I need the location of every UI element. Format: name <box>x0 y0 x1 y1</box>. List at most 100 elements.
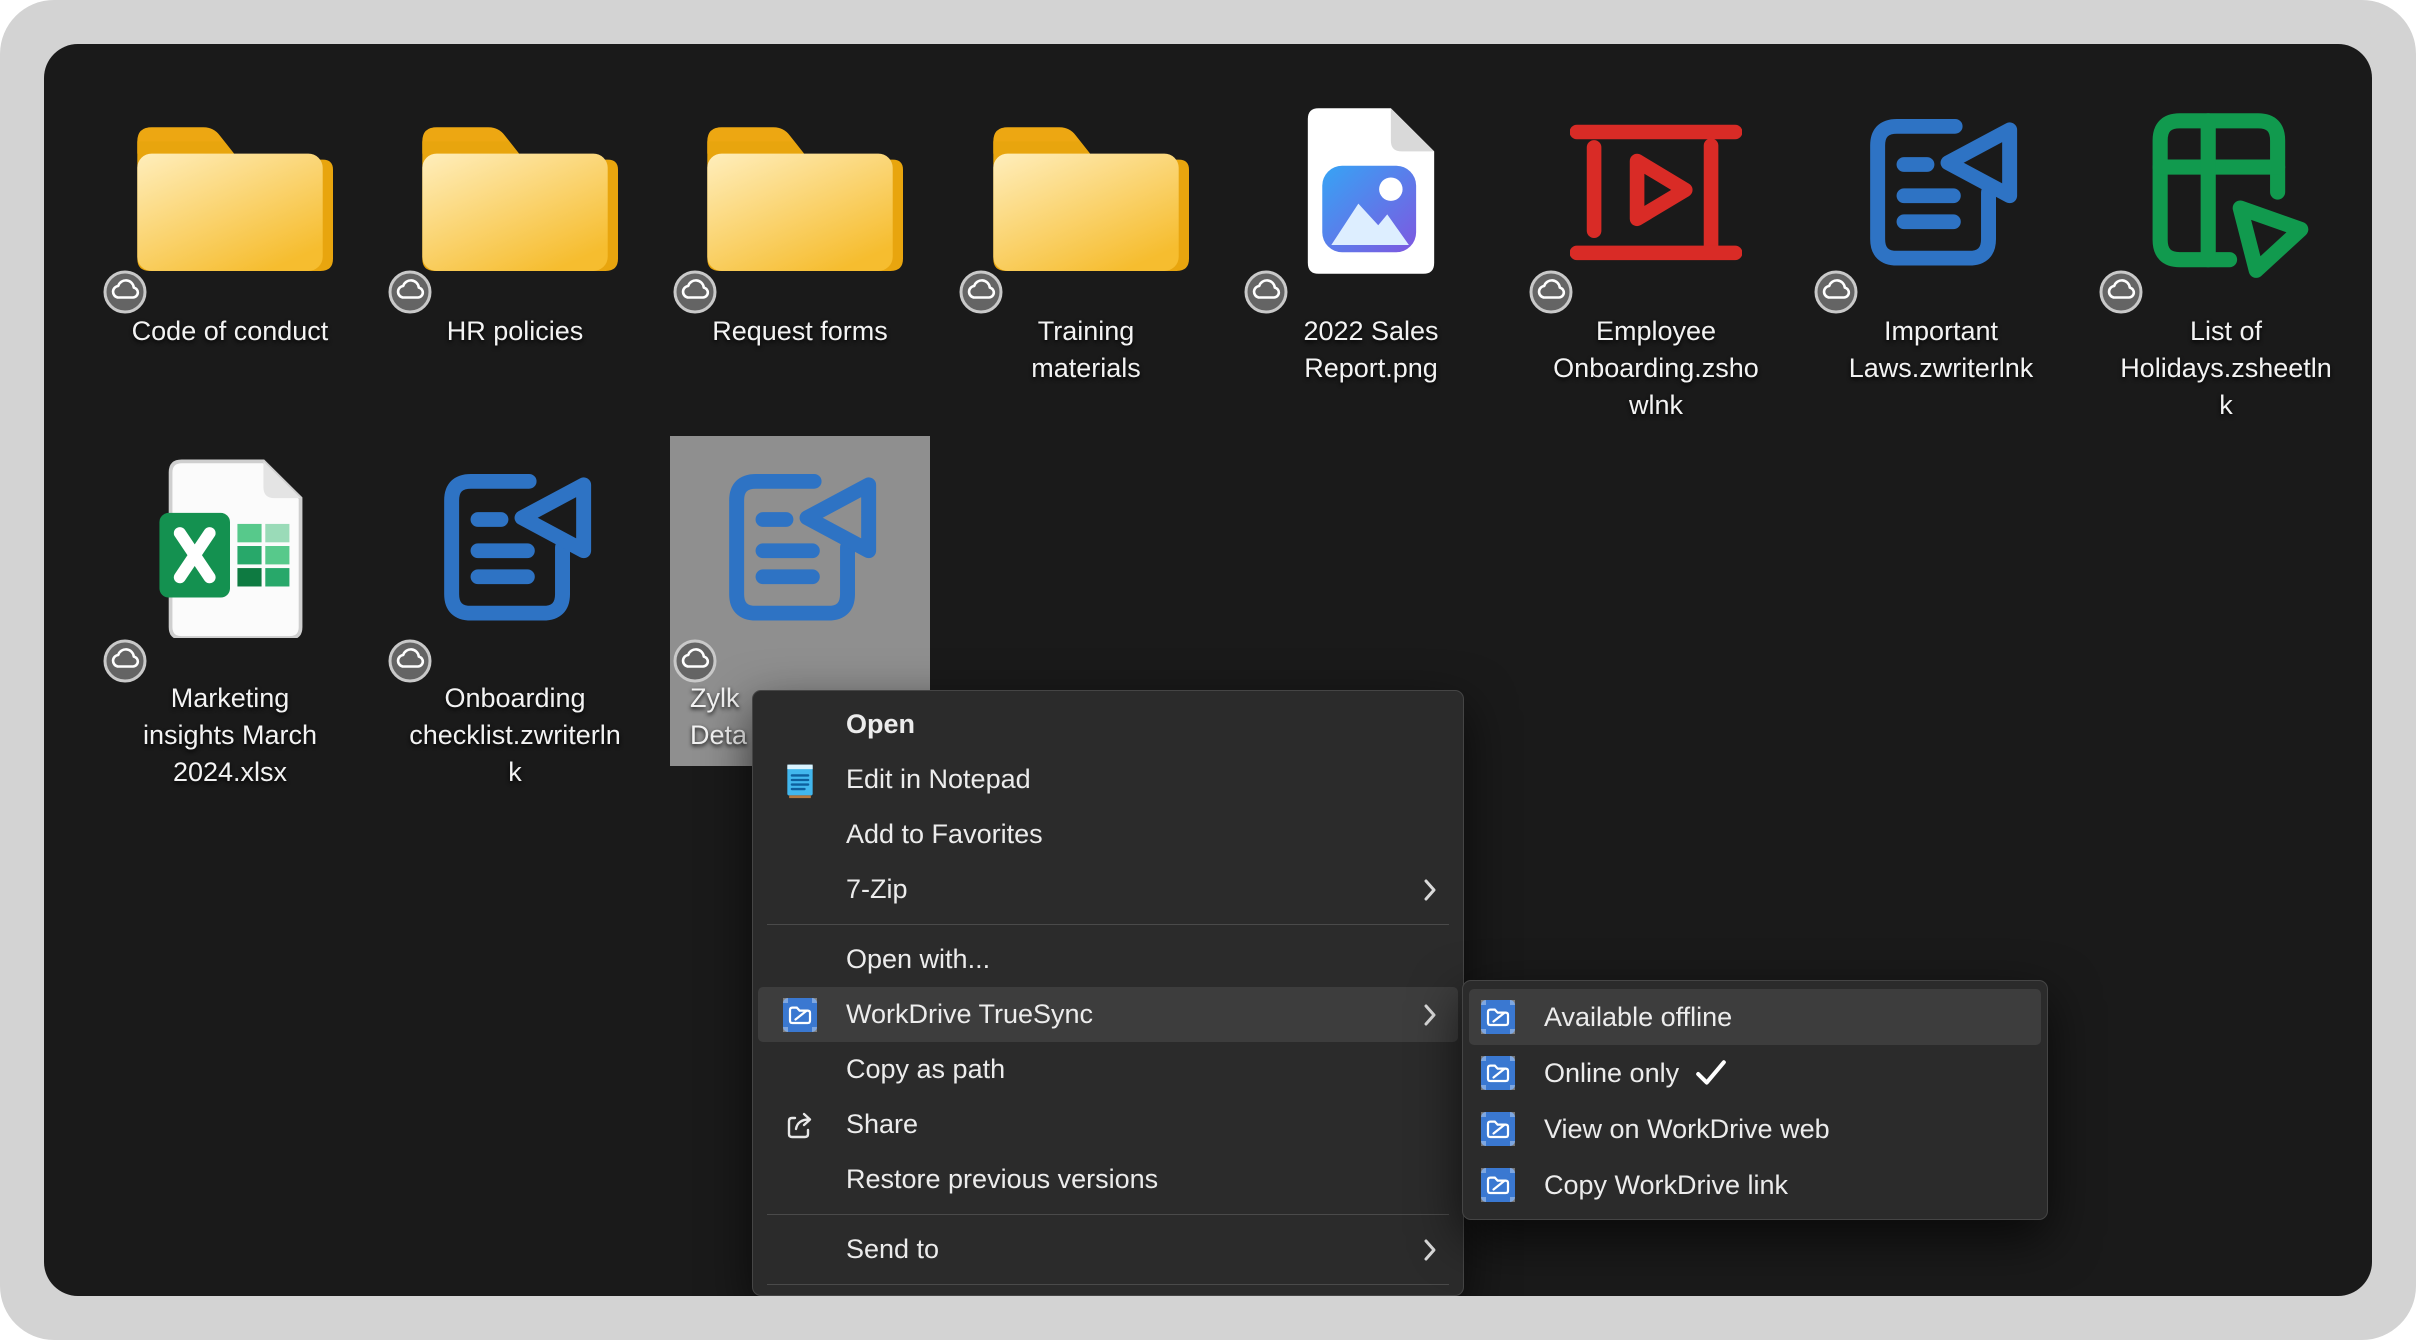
menu-item-label: Copy as path <box>846 1054 1005 1085</box>
zoho-writer-icon <box>1853 109 2029 279</box>
cloud-status-badge-icon <box>672 269 718 315</box>
item-label: Trainingmaterials <box>956 313 1216 387</box>
menu-item-add-to-favorites[interactable]: Add to Favorites <box>758 807 1458 862</box>
workdrive-icon <box>1481 997 1515 1037</box>
item-label-line: HR policies <box>385 313 645 350</box>
share-icon <box>783 1105 817 1145</box>
menu-item-icon-placeholder <box>783 1050 817 1090</box>
desktop[interactable]: ZylkDeta Onboardingchecklist.zwriterlnk … <box>44 44 2372 1296</box>
workdrive-truesync-submenu: Available offline Online only View on Wo… <box>1462 980 2048 1220</box>
item-label-line: insights March <box>100 717 360 754</box>
workdrive-icon <box>1481 1165 1515 1205</box>
menu-item-view-on-workdrive-web[interactable]: View on WorkDrive web <box>1469 1101 2041 1157</box>
menu-item-label: Add to Favorites <box>846 819 1043 850</box>
desktop-item-onboarding-checklist-zwriterln-k[interactable]: Onboardingchecklist.zwriterlnk <box>385 436 645 766</box>
desktop-item-list-of-holidays-zsheetln-k[interactable]: List ofHolidays.zsheetlnk <box>2096 81 2356 411</box>
item-label: List ofHolidays.zsheetlnk <box>2096 313 2356 424</box>
menu-item-label: Copy WorkDrive link <box>1544 1170 1788 1201</box>
menu-item-send-to[interactable]: Send to <box>758 1222 1458 1277</box>
cloud-status-badge-icon <box>1813 269 1859 315</box>
desktop-item-hr-policies[interactable]: HR policies <box>385 81 645 411</box>
menu-item-icon-placeholder <box>783 815 817 855</box>
item-label: Code of conduct <box>100 313 360 350</box>
item-label-line: List of <box>2096 313 2356 350</box>
menu-item-edit-in-notepad[interactable]: Edit in Notepad <box>758 752 1458 807</box>
cloud-status-badge-icon <box>387 638 433 684</box>
item-label: HR policies <box>385 313 645 350</box>
item-label-line: Holidays.zsheetln <box>2096 350 2356 387</box>
menu-item-copy-as-path[interactable]: Copy as path <box>758 1042 1458 1097</box>
menu-item-share[interactable]: Share <box>758 1097 1458 1152</box>
cloud-status-badge-icon <box>672 638 718 684</box>
menu-item-open-with[interactable]: Open with... <box>758 932 1458 987</box>
item-label-line: Marketing <box>100 680 360 717</box>
menu-item-workdrive-truesync[interactable]: WorkDrive TrueSync <box>758 987 1458 1042</box>
desktop-item-important-laws-zwriterlnk[interactable]: ImportantLaws.zwriterlnk <box>1811 81 2071 411</box>
item-label-line: Training <box>956 313 1216 350</box>
context-menu: Open Edit in Notepad Add to Favorites 7-Zi… <box>752 690 1464 1296</box>
item-label-line: Employee <box>1526 313 1786 350</box>
zoho-sheet-icon <box>2137 103 2315 281</box>
item-label-line: Request forms <box>670 313 930 350</box>
zoho-writer-icon <box>712 464 888 634</box>
menu-item-label: Restore previous versions <box>846 1164 1158 1195</box>
item-label-line: Important <box>1811 313 2071 350</box>
menu-item-copy-workdrive-link[interactable]: Copy WorkDrive link <box>1469 1157 2041 1213</box>
item-label-line: 2024.xlsx <box>100 754 360 791</box>
zoho-show-icon <box>1570 115 1742 275</box>
item-label-line: Onboarding.zsho <box>1526 350 1786 387</box>
menu-separator <box>767 1214 1449 1215</box>
menu-item-available-offline[interactable]: Available offline <box>1469 989 2041 1045</box>
desktop-item-employee-onboarding-zsho-wlnk[interactable]: EmployeeOnboarding.zshowlnk <box>1526 81 1786 411</box>
item-label-line: Laws.zwriterlnk <box>1811 350 2071 387</box>
menu-item-label: Share <box>846 1109 918 1140</box>
menu-item-icon-placeholder <box>783 940 817 980</box>
menu-item-open[interactable]: Open <box>758 697 1458 752</box>
cloud-status-badge-icon <box>102 269 148 315</box>
cloud-status-badge-icon <box>2098 269 2144 315</box>
item-label-line: materials <box>956 350 1216 387</box>
workdrive-icon <box>783 995 817 1035</box>
desktop-item-training-materials[interactable]: Trainingmaterials <box>956 81 1216 411</box>
menu-item-label: Edit in Notepad <box>846 764 1031 795</box>
cloud-status-badge-icon <box>102 638 148 684</box>
item-label-line: checklist.zwriterln <box>385 717 645 754</box>
menu-item-label: View on WorkDrive web <box>1544 1114 1830 1145</box>
menu-item-label: WorkDrive TrueSync <box>846 999 1093 1030</box>
menu-item-icon-placeholder <box>783 1160 817 1200</box>
screenshot-frame: ZylkDeta Onboardingchecklist.zwriterlnk … <box>0 0 2416 1340</box>
folder-icon <box>983 105 1189 275</box>
menu-separator <box>767 924 1449 925</box>
desktop-item-marketing-insights-march-2024-xlsx[interactable]: Marketinginsights March2024.xlsx <box>100 436 360 766</box>
desktop-item-2022-sales-report-png[interactable]: 2022 SalesReport.png <box>1241 81 1501 411</box>
desktop-item-code-of-conduct[interactable]: Code of conduct <box>100 81 360 411</box>
item-label: Onboardingchecklist.zwriterlnk <box>385 680 645 791</box>
cloud-status-badge-icon <box>1528 269 1574 315</box>
cloud-status-badge-icon <box>1243 269 1289 315</box>
folder-icon <box>697 105 903 275</box>
submenu-arrow-icon <box>1422 877 1438 903</box>
workdrive-icon <box>1481 1109 1515 1149</box>
menu-item-restore-previous-versions[interactable]: Restore previous versions <box>758 1152 1458 1207</box>
item-label: Marketinginsights March2024.xlsx <box>100 680 360 791</box>
excel-file-icon <box>152 454 308 638</box>
folder-icon <box>412 105 618 275</box>
submenu-arrow-icon <box>1422 1002 1438 1028</box>
desktop-item-request-forms[interactable]: Request forms <box>670 81 930 411</box>
menu-separator <box>767 1284 1449 1285</box>
menu-item-online-only[interactable]: Online only <box>1469 1045 2041 1101</box>
cloud-status-badge-icon <box>958 269 1004 315</box>
menu-item-icon-placeholder <box>783 705 817 745</box>
menu-item-label: Available offline <box>1544 1002 1732 1033</box>
folder-icon <box>127 105 333 275</box>
submenu-arrow-icon <box>1422 1237 1438 1263</box>
item-label: Request forms <box>670 313 930 350</box>
item-label: ImportantLaws.zwriterlnk <box>1811 313 2071 387</box>
item-label-line: Report.png <box>1241 350 1501 387</box>
menu-item-label: Online only <box>1544 1058 1679 1089</box>
zoho-writer-icon <box>427 464 603 634</box>
workdrive-icon <box>1481 1053 1515 1093</box>
menu-item-label: Open with... <box>846 944 990 975</box>
item-label-line: k <box>385 754 645 791</box>
menu-item-7-zip[interactable]: 7-Zip <box>758 862 1458 917</box>
